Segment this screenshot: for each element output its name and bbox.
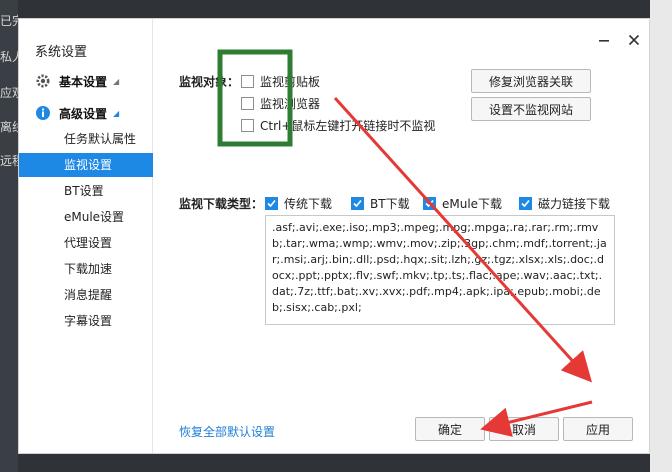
bg-item: 应观 — [0, 86, 18, 100]
checkbox[interactable] — [519, 197, 532, 210]
checkbox[interactable] — [241, 75, 254, 88]
monitor-clipboard-option[interactable]: 监视剪贴板 — [241, 73, 320, 90]
bg-item: 已完成(16) — [0, 14, 18, 28]
checkbox[interactable] — [241, 97, 254, 110]
apply-button[interactable]: 应用 — [563, 417, 633, 441]
checkbox[interactable] — [265, 197, 278, 210]
sidebar-group-advanced[interactable]: 高级设置 ◢ — [35, 103, 119, 123]
sidebar-item-monitor[interactable]: 监视设置 — [19, 153, 153, 177]
info-icon — [35, 105, 51, 121]
checkbox[interactable] — [241, 119, 254, 132]
download-type-magnet[interactable]: 磁力链接下载 — [519, 195, 610, 212]
checkbox[interactable] — [423, 197, 436, 210]
no-monitor-site-button[interactable]: 设置不监视网站 — [471, 97, 591, 121]
bg-item: 离线 — [0, 120, 18, 134]
checkbox[interactable] — [351, 197, 364, 210]
collapse-triangle-icon: ◢ — [113, 108, 120, 118]
dialog-title: 系统设置 — [35, 45, 88, 60]
minimize-icon[interactable] — [597, 33, 611, 47]
settings-dialog: 系统设置 基本设置 ◢ 高级设置 ◢ 任务默认属性 监视设置 BT设置 eMul… — [18, 18, 650, 454]
download-type-traditional[interactable]: 传统下载 — [265, 195, 332, 212]
sidebar-item-notify[interactable]: 消息提醒 — [19, 283, 153, 307]
extension-list-textarea[interactable]: .asf;.avi;.exe;.iso;.mp3;.mpeg;.mpg;.mpg… — [265, 215, 615, 325]
bg-item: 私人 — [0, 50, 18, 64]
monitor-label: 监视对象： — [179, 75, 240, 89]
sidebar-group-basic[interactable]: 基本设置 ◢ — [35, 71, 119, 91]
sidebar-item-proxy[interactable]: 代理设置 — [19, 231, 153, 255]
close-icon[interactable] — [627, 33, 641, 47]
checkbox-label: 监视浏览器 — [260, 97, 321, 111]
checkbox-label: 监视剪贴板 — [260, 75, 321, 89]
background-right — [650, 0, 672, 472]
bg-item: 远程 — [0, 154, 18, 168]
sidebar-item-bt[interactable]: BT设置 — [19, 179, 153, 203]
ok-button[interactable]: 确定 — [415, 417, 485, 441]
checkbox-label: eMule下载 — [442, 197, 503, 211]
checkbox-label: Ctrl+鼠标左键打开链接时不监视 — [260, 119, 436, 133]
download-type-emule[interactable]: eMule下载 — [423, 195, 502, 212]
monitor-browser-option[interactable]: 监视浏览器 — [241, 95, 320, 112]
sidebar-group-label: 高级设置 — [59, 106, 108, 121]
sidebar-item-subtitle[interactable]: 字幕设置 — [19, 309, 153, 333]
window-controls — [597, 33, 641, 47]
restore-defaults-link[interactable]: 恢复全部默认设置 — [179, 423, 275, 440]
cancel-button[interactable]: 取消 — [489, 417, 559, 441]
sidebar-group-label: 基本设置 — [59, 74, 108, 89]
download-type-bt[interactable]: BT下载 — [351, 195, 410, 212]
checkbox-label: BT下载 — [370, 197, 410, 211]
sidebar-item-emule[interactable]: eMule设置 — [19, 205, 153, 229]
checkbox-label: 磁力链接下载 — [538, 197, 611, 211]
expand-triangle-icon: ◢ — [113, 76, 120, 86]
background-sidebar — [0, 0, 18, 472]
settings-sidebar: 系统设置 基本设置 ◢ 高级设置 ◢ 任务默认属性 监视设置 BT设置 eMul… — [19, 19, 153, 453]
sidebar-item-task-default[interactable]: 任务默认属性 — [19, 127, 153, 151]
repair-browser-button[interactable]: 修复浏览器关联 — [471, 69, 591, 93]
gear-icon — [35, 73, 51, 89]
checkbox-label: 传统下载 — [284, 197, 333, 211]
sidebar-item-accelerate[interactable]: 下载加速 — [19, 257, 153, 281]
download-type-label: 监视下载类型： — [179, 197, 264, 211]
ctrl-click-option[interactable]: Ctrl+鼠标左键打开链接时不监视 — [241, 117, 435, 134]
